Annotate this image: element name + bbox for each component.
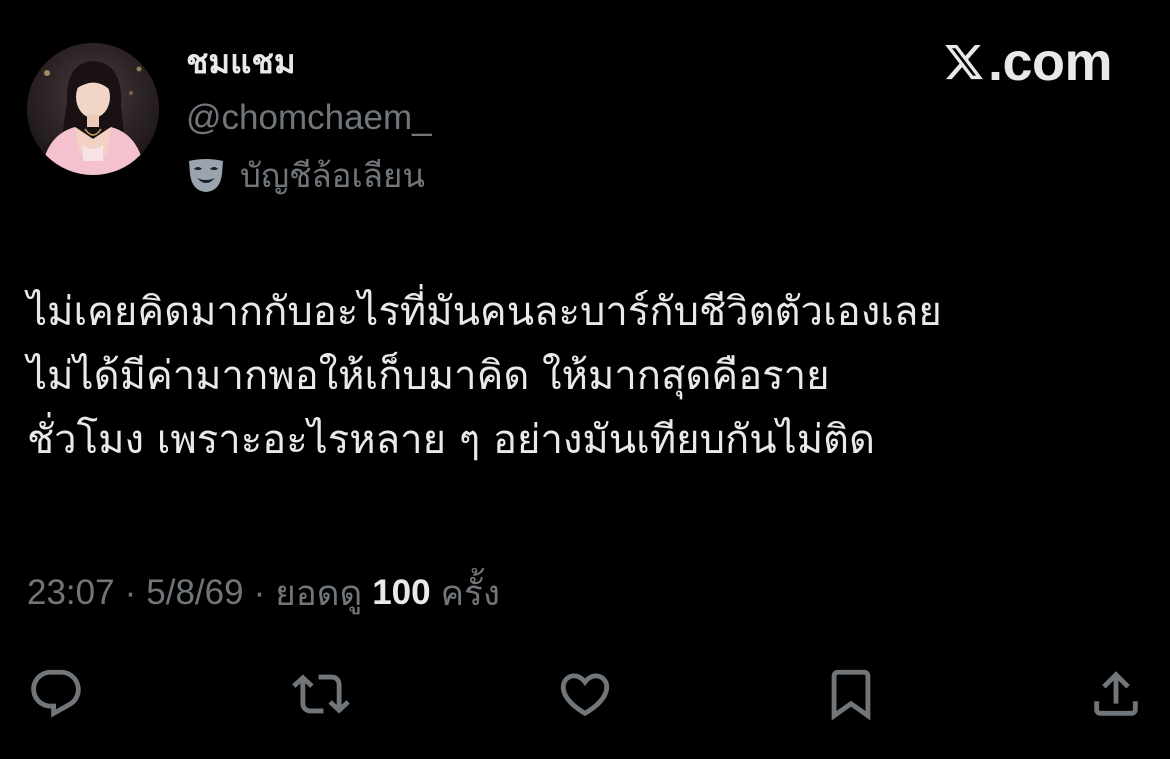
parody-label-text: บัญชีล้อเลียน [240, 156, 425, 195]
tweet-meta: 23:07 · 5/8/69 · ยอดดู 100 ครั้ง [27, 568, 500, 618]
reply-button[interactable] [26, 664, 86, 724]
meta-separator: · [124, 573, 137, 612]
parody-account-label: บัญชีล้อเลียน [186, 154, 425, 198]
tweet-date[interactable]: 5/8/69 [146, 573, 243, 613]
tweet-text-line: ชั่วโมง เพราะอะไรหลาย ๆ อย่างมันเทียบกัน… [27, 417, 876, 463]
bookmark-icon [831, 669, 871, 721]
views-suffix: ครั้ง [440, 573, 500, 613]
tweet-time[interactable]: 23:07 [27, 573, 115, 613]
like-button[interactable] [555, 664, 615, 724]
user-handle[interactable]: @chomchaem_ [186, 97, 432, 139]
theater-mask-icon [189, 159, 223, 192]
retweet-button[interactable] [291, 664, 351, 724]
display-name[interactable]: ชมแชม [186, 42, 296, 82]
brand-mark: .com [942, 30, 1113, 94]
avatar[interactable] [27, 43, 159, 175]
reply-icon [31, 669, 81, 718]
meta-separator: · [253, 573, 266, 612]
heart-icon [560, 673, 610, 717]
bookmark-button[interactable] [821, 664, 881, 724]
retweet-icon [292, 674, 350, 714]
tweet-card: ชมแชม @chomchaem_ บัญชีล้อเลียน .com ไม่… [0, 0, 1170, 759]
views-prefix: ยอดดู [275, 573, 363, 613]
share-button[interactable] [1086, 664, 1146, 724]
action-bar [0, 664, 1170, 724]
brand-domain-text: .com [987, 32, 1113, 92]
views-count: 100 [372, 573, 431, 612]
share-icon [1094, 671, 1138, 716]
tweet-text: ไม่เคยคิดมากกับอะไรที่มันคนละบาร์กับชีวิ… [27, 280, 1142, 472]
tweet-text-line: ไม่ได้มีค่ามากพอให้เก็บมาคิด ให้มากสุดคื… [27, 353, 830, 399]
tweet-text-line: ไม่เคยคิดมากกับอะไรที่มันคนละบาร์กับชีวิ… [27, 289, 942, 335]
x-logo-icon [945, 44, 983, 80]
avatar-photo [27, 43, 159, 175]
